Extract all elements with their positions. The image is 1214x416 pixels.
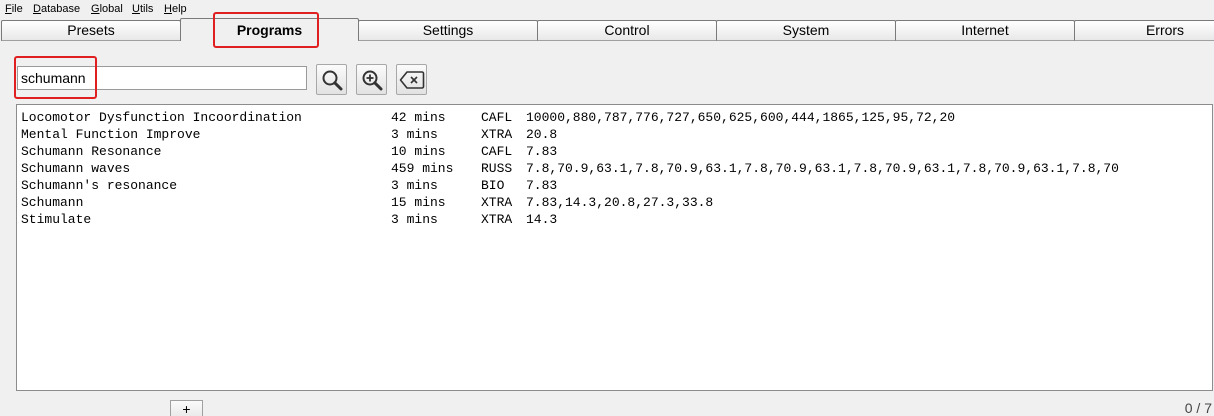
program-duration: 459 mins <box>391 161 454 176</box>
program-source: BIO <box>481 178 505 193</box>
program-duration: 42 mins <box>391 110 446 125</box>
program-frequencies: 7.8,70.9,63.1,7.8,70.9,63.1,7.8,70.9,63.… <box>526 161 1119 176</box>
tab-programs[interactable]: Programs <box>180 18 359 41</box>
program-name: Mental Function Improve <box>21 127 201 142</box>
program-source: XTRA <box>481 127 513 142</box>
program-frequencies: 7.83 <box>526 144 558 159</box>
menu-help[interactable]: Help <box>164 3 187 16</box>
program-name: Schumann waves <box>21 161 131 176</box>
program-duration: 10 mins <box>391 144 446 159</box>
program-frequencies: 7.83,14.3,20.8,27.3,33.8 <box>526 195 714 210</box>
menu-database[interactable]: Database <box>33 3 80 16</box>
program-name: Schumann <box>21 195 84 210</box>
list-item[interactable]: Schumann Resonance 10 mins CAFL 7.83 <box>21 143 557 160</box>
program-name: Stimulate <box>21 212 92 227</box>
zoom-in-icon <box>361 69 383 91</box>
program-name: Locomotor Dysfunction Incoordination <box>21 110 302 125</box>
program-source: XTRA <box>481 195 513 210</box>
tab-settings[interactable]: Settings <box>358 20 538 41</box>
search-input[interactable] <box>17 66 307 90</box>
clear-button[interactable] <box>396 64 427 95</box>
results-list[interactable]: Locomotor Dysfunction Incoordination 42 … <box>16 104 1213 391</box>
tab-errors[interactable]: Errors <box>1074 20 1214 41</box>
list-item[interactable]: Schumann 15 mins XTRA 7.83,14.3,20.8,27.… <box>21 194 713 211</box>
result-count: 0 / 7 <box>1184 400 1212 416</box>
list-item[interactable]: Stimulate 3 mins XTRA 14.3 <box>21 211 557 228</box>
tab-presets[interactable]: Presets <box>1 20 181 41</box>
program-duration: 3 mins <box>391 178 438 193</box>
menu-bar: File Database Global Utils Help <box>0 0 1214 18</box>
program-frequencies: 10000,880,787,776,727,650,625,600,444,18… <box>526 110 956 125</box>
program-source: CAFL <box>481 144 513 159</box>
program-frequencies: 7.83 <box>526 178 558 193</box>
zoom-button[interactable] <box>356 64 387 95</box>
program-duration: 15 mins <box>391 195 446 210</box>
menu-global[interactable]: Global <box>91 3 123 16</box>
program-source: CAFL <box>481 110 513 125</box>
tab-internet[interactable]: Internet <box>895 20 1075 41</box>
app-window: File Database Global Utils Help Presets … <box>0 0 1214 416</box>
tab-system[interactable]: System <box>716 20 896 41</box>
magnifier-icon <box>321 69 343 91</box>
program-source: RUSS <box>481 161 513 176</box>
list-item[interactable]: Schumann's resonance 3 mins BIO 7.83 <box>21 177 557 194</box>
menu-file[interactable]: File <box>5 3 23 16</box>
program-source: XTRA <box>481 212 513 227</box>
program-name: Schumann Resonance <box>21 144 162 159</box>
tab-bar: Presets Programs Settings Control System… <box>0 18 1214 42</box>
menu-utils[interactable]: Utils <box>132 3 153 16</box>
program-frequencies: 20.8 <box>526 127 558 142</box>
program-frequencies: 14.3 <box>526 212 558 227</box>
list-item[interactable]: Locomotor Dysfunction Incoordination 42 … <box>21 109 955 126</box>
program-name: Schumann's resonance <box>21 178 178 193</box>
search-button[interactable] <box>316 64 347 95</box>
add-button[interactable]: + <box>170 400 203 416</box>
program-duration: 3 mins <box>391 127 438 142</box>
tab-control[interactable]: Control <box>537 20 717 41</box>
list-item[interactable]: Mental Function Improve 3 mins XTRA 20.8 <box>21 126 557 143</box>
list-item[interactable]: Schumann waves 459 mins RUSS 7.8,70.9,63… <box>21 160 1119 177</box>
backspace-clear-icon <box>399 70 425 90</box>
program-duration: 3 mins <box>391 212 438 227</box>
